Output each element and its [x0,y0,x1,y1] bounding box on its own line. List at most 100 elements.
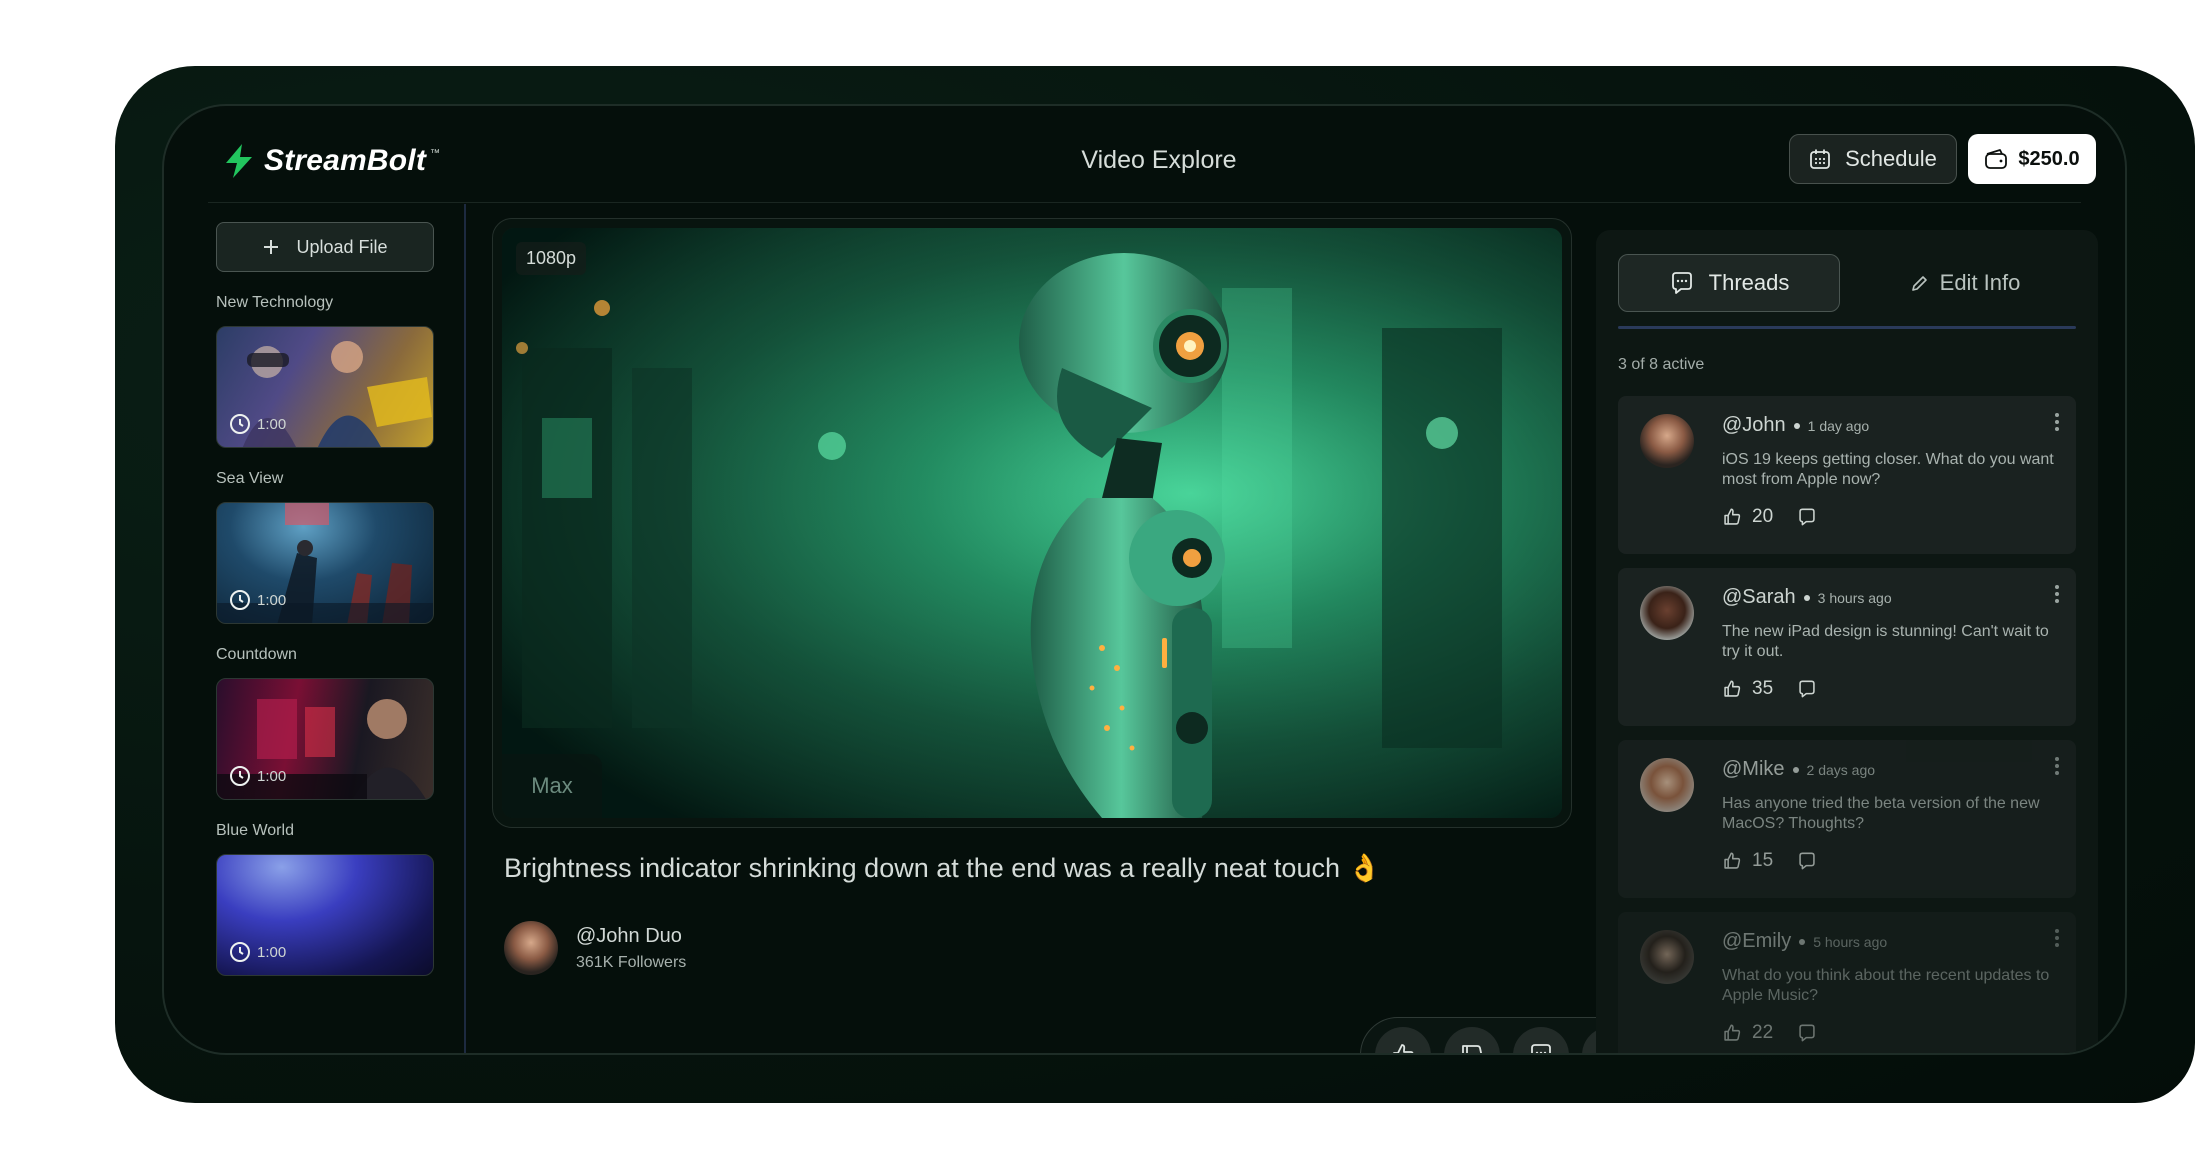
comment-icon [1531,1044,1551,1053]
thumbs-up-icon[interactable] [1722,507,1742,527]
avatar[interactable] [504,921,558,975]
tab-threads-label: Threads [1708,270,1790,295]
video-player[interactable]: 1080p Max [502,228,1562,818]
like-button[interactable] [1375,1027,1432,1053]
thread-user[interactable]: @Mike [1722,758,1785,781]
quality-max-button[interactable]: Max [502,754,602,818]
separator-dot [1803,594,1810,601]
thread-meta: 20 [1722,506,1817,528]
thread-user[interactable]: @Sarah [1722,586,1796,609]
active-count: 3 of 8 active [1618,356,1705,373]
avatar[interactable] [1640,414,1694,468]
thread-text: What do you think about the recent updat… [1722,967,2050,1004]
sidebar-divider [464,204,466,1053]
like-count: 15 [1752,850,1774,871]
wallet-icon [1985,149,2008,169]
video-thumbnail-countdown[interactable]: 1:00 [216,678,434,800]
thread-user[interactable]: @Emily [1722,930,1791,953]
avatar[interactable] [1640,930,1694,984]
thread-user[interactable]: @John [1722,414,1786,437]
dislike-button[interactable] [1444,1027,1501,1053]
video-frame-art [502,228,1562,818]
schedule-label: Schedule [1845,146,1937,171]
page-title: Video Explore [1081,146,1237,174]
separator-dot [1792,766,1799,773]
thumbs-up-icon[interactable] [1722,1023,1742,1043]
video-caption: Brightness indicator shrinking down at t… [504,853,1382,883]
thumbs-up-icon [1393,1044,1414,1053]
logo[interactable]: StreamBolt ™ [224,144,440,178]
thumbs-up-icon[interactable] [1722,851,1742,871]
clock-icon [230,766,250,786]
like-count: 35 [1752,678,1774,699]
author-followers: 361K Followers [576,953,687,971]
category-label: Sea View [216,470,284,487]
clock-icon [230,590,250,610]
duration-text: 1:00 [257,943,287,961]
avatar[interactable] [1640,758,1694,812]
duration-text: 1:00 [257,415,287,433]
comment-button[interactable] [1512,1027,1569,1053]
upload-label: Upload File [296,236,388,257]
duration-text: 1:00 [257,767,287,785]
duration-badge: 1:00 [229,765,286,787]
calendar-icon [1810,149,1831,169]
thread-item[interactable]: @John 1 day ago iOS 19 keeps getting clos… [1618,396,2076,554]
tab-edit-info[interactable]: Edit Info [1854,254,2076,312]
category-label: New Technology [216,294,334,311]
threads-panel: Threads Edit Info 3 of 8 active @John 1 d… [1596,230,2098,1053]
header-divider [208,202,2081,203]
author-info[interactable]: @John Duo 361K Followers [504,921,686,975]
wallet-balance-button[interactable]: $250.0 [1968,134,2096,184]
duration-text: 1:00 [257,591,287,609]
sidebar: Upload File New Technology 1:00 Sea View [216,222,438,976]
thread-time: 1 day ago [1807,417,1870,434]
separator-dot [1799,938,1806,945]
thread-time: 5 hours ago [1813,933,1888,950]
balance-value: $250.0 [2018,147,2080,170]
more-options-icon[interactable] [2054,928,2060,948]
author-handle[interactable]: @John Duo [576,925,686,948]
upload-file-button[interactable]: Upload File [216,222,434,272]
video-thumbnail-sea-view[interactable]: 1:00 [216,502,434,624]
thread-list: @John 1 day ago iOS 19 keeps getting clos… [1618,396,2076,1053]
app-window: StreamBolt ™ Video Explore Schedule $250… [162,104,2127,1055]
tab-indicator [1618,326,2076,329]
thread-meta: 22 [1722,1022,1817,1044]
chat-bubble-icon [1671,272,1692,294]
thread-item[interactable]: @Sarah 3 hours ago The new iPad design is… [1618,568,2076,726]
video-thumbnail-blue-world[interactable]: 1:00 [216,854,434,976]
more-options-icon[interactable] [2054,412,2060,432]
video-thumbnail-new-technology[interactable]: 1:00 [216,326,434,448]
avatar[interactable] [1640,586,1694,640]
clock-icon [230,942,250,962]
resolution-badge[interactable]: 1080p [516,242,587,275]
like-count: 22 [1752,1022,1774,1043]
schedule-button[interactable]: Schedule [1789,134,1957,184]
more-options-icon[interactable] [2054,584,2060,604]
like-count: 20 [1752,506,1774,527]
more-options-icon[interactable] [2054,756,2060,776]
reply-icon[interactable] [1797,507,1817,527]
reply-icon[interactable] [1797,679,1817,699]
plus-icon [264,240,279,254]
thread-meta: 15 [1722,850,1817,872]
thread-item[interactable]: @Emily 5 hours ago What do you think abou… [1618,912,2076,1053]
thumbs-down-icon [1462,1045,1483,1053]
tab-threads[interactable]: Threads [1618,254,1840,312]
thumbs-up-icon[interactable] [1722,679,1742,699]
thread-meta: 35 [1722,678,1817,700]
thread-time: 2 days ago [1806,761,1876,778]
pencil-icon [1911,276,1927,291]
reply-icon[interactable] [1797,851,1817,871]
reply-icon[interactable] [1797,1023,1817,1043]
duration-badge: 1:00 [229,589,286,611]
clock-icon [230,414,250,434]
trademark-mark: ™ [430,147,441,159]
tab-edit-label: Edit Info [1939,270,2021,295]
thread-item[interactable]: @Mike 2 days ago Has anyone tried the bet… [1618,740,2076,898]
separator-dot [1793,422,1800,429]
duration-badge: 1:00 [229,941,286,963]
thread-text: iOS 19 keeps getting closer. What do you… [1722,451,2054,488]
duration-badge: 1:00 [229,413,286,435]
